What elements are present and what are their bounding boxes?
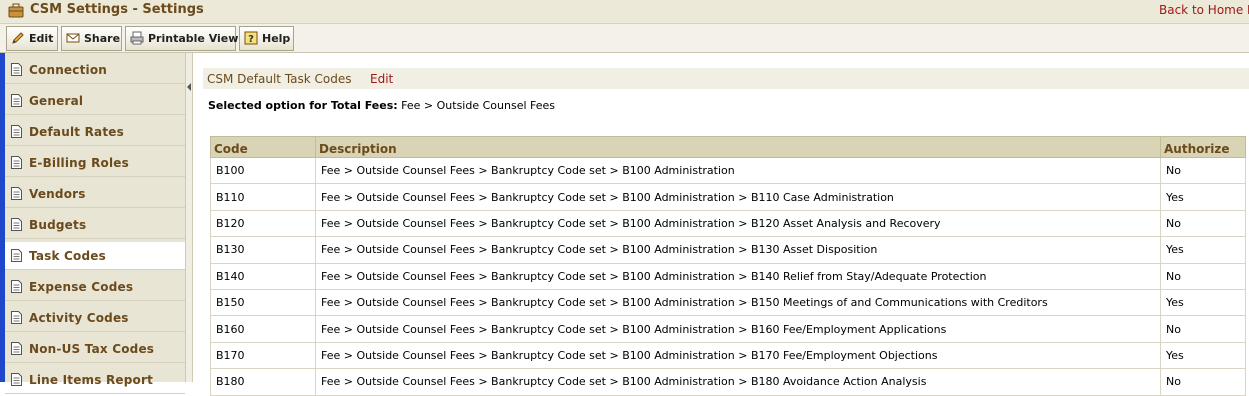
cell-code: B170 <box>210 341 316 370</box>
selected-option-label: Selected option for Total Fees: <box>208 99 398 112</box>
cell-code: B110 <box>210 183 316 211</box>
cell-authorize: Yes <box>1160 183 1246 211</box>
table-header-row: Code Description Authorize <box>210 136 1246 158</box>
column-header-authorize: Authorize <box>1160 136 1246 158</box>
window-title: CSM Settings - Settings <box>30 2 204 17</box>
cell-description: Fee > Outside Counsel Fees > Bankruptcy … <box>315 262 1161 290</box>
sidebar-item-activity-codes[interactable]: Activity Codes <box>5 304 185 332</box>
help-button[interactable]: ? Help <box>239 26 294 51</box>
table-row: B140 Fee > Outside Counsel Fees > Bankrup… <box>210 262 1246 290</box>
cell-description: Fee > Outside Counsel Fees > Bankruptcy … <box>315 209 1161 238</box>
edit-button[interactable]: Edit <box>6 26 58 51</box>
cell-authorize: Yes <box>1160 288 1246 317</box>
printer-icon <box>130 31 144 45</box>
selected-option-value: Fee > Outside Counsel Fees <box>401 99 556 112</box>
table-row: B160 Fee > Outside Counsel Fees > Bankrup… <box>210 315 1246 343</box>
cell-code: B150 <box>210 288 316 317</box>
cell-authorize: Yes <box>1160 341 1246 370</box>
document-icon <box>11 63 22 76</box>
cell-code: B130 <box>210 236 316 264</box>
cell-code: B120 <box>210 209 316 238</box>
svg-text:?: ? <box>248 34 254 45</box>
sidebar-item-connection[interactable]: Connection <box>5 56 185 84</box>
sidebar-item-label: E-Billing Roles <box>29 156 129 170</box>
table-row: B150 Fee > Outside Counsel Fees > Bankrup… <box>210 288 1246 317</box>
cell-code: B160 <box>210 315 316 343</box>
printable-view-label: Printable View <box>148 32 239 45</box>
cell-authorize: No <box>1160 262 1246 290</box>
section-edit-link[interactable]: Edit <box>370 72 393 86</box>
sidebar-item-line-items-report[interactable]: Line Items Report <box>5 366 185 394</box>
table-row: B130 Fee > Outside Counsel Fees > Bankrup… <box>210 236 1246 264</box>
document-icon <box>11 249 22 262</box>
help-button-label: Help <box>262 32 291 45</box>
document-icon <box>11 280 22 293</box>
section-title: CSM Default Task Codes <box>207 72 352 86</box>
cell-description: Fee > Outside Counsel Fees > Bankruptcy … <box>315 236 1161 264</box>
cell-code: B140 <box>210 262 316 290</box>
cell-authorize: Yes <box>1160 236 1246 264</box>
document-icon <box>11 218 22 231</box>
table-row: B170 Fee > Outside Counsel Fees > Bankrup… <box>210 341 1246 370</box>
sidebar-item-label: Non-US Tax Codes <box>29 342 155 356</box>
cell-authorize: No <box>1160 209 1246 238</box>
document-icon <box>11 94 22 107</box>
back-to-home-link[interactable]: Back to Home P <box>1159 3 1249 17</box>
sidebar-item-label: Activity Codes <box>29 311 129 325</box>
sidebar-item-e-billing-roles[interactable]: E-Billing Roles <box>5 149 185 177</box>
sidebar-item-default-rates[interactable]: Default Rates <box>5 118 185 146</box>
task-codes-table: Code Description Authorize B100 Fee > Out… <box>210 136 1246 396</box>
cell-description: Fee > Outside Counsel Fees > Bankruptcy … <box>315 341 1161 370</box>
help-icon: ? <box>244 31 258 45</box>
sidebar-item-label: Vendors <box>29 187 86 201</box>
sidebar-item-vendors[interactable]: Vendors <box>5 180 185 208</box>
section-header: CSM Default Task Codes Edit <box>203 68 1249 89</box>
cell-description: Fee > Outside Counsel Fees > Bankruptcy … <box>315 156 1161 185</box>
envelope-icon <box>66 33 80 43</box>
sidebar-item-label: Default Rates <box>29 125 124 139</box>
collapse-arrow-icon[interactable] <box>187 83 191 91</box>
cell-description: Fee > Outside Counsel Fees > Bankruptcy … <box>315 315 1161 343</box>
sidebar-item-budgets[interactable]: Budgets <box>5 211 185 239</box>
pencil-icon <box>12 32 24 44</box>
table-row: B100 Fee > Outside Counsel Fees > Bankrup… <box>210 156 1246 185</box>
cell-code: B100 <box>210 156 316 185</box>
share-button[interactable]: Share <box>61 26 122 51</box>
document-icon <box>11 311 22 324</box>
toolbar: Edit Share Printable View ? Help <box>0 24 1249 53</box>
document-icon <box>11 156 22 169</box>
edit-button-label: Edit <box>29 32 54 45</box>
sidebar-item-non-us-tax-codes[interactable]: Non-US Tax Codes <box>5 335 185 363</box>
sidebar-item-label: Budgets <box>29 218 87 232</box>
sidebar-item-label: General <box>29 94 84 108</box>
table-row: B120 Fee > Outside Counsel Fees > Bankrup… <box>210 209 1246 238</box>
selected-option: Selected option for Total Fees: Fee > Ou… <box>208 99 555 112</box>
sidebar-item-expense-codes[interactable]: Expense Codes <box>5 273 185 301</box>
sidebar: Connection General Default Rates E-Billing … <box>0 53 185 394</box>
table-row: B110 Fee > Outside Counsel Fees > Bankrup… <box>210 183 1246 211</box>
sidebar-item-label: Line Items Report <box>29 373 154 387</box>
cell-description: Fee > Outside Counsel Fees > Bankruptcy … <box>315 288 1161 317</box>
column-header-code: Code <box>210 136 316 158</box>
sidebar-item-label: Connection <box>29 63 108 77</box>
cell-authorize: No <box>1160 156 1246 185</box>
document-icon <box>11 125 22 138</box>
share-button-label: Share <box>84 32 121 45</box>
document-icon <box>11 373 22 386</box>
document-icon <box>11 342 22 355</box>
printable-view-button[interactable]: Printable View <box>125 26 239 51</box>
cell-authorize: No <box>1160 315 1246 343</box>
cell-description: Fee > Outside Counsel Fees > Bankruptcy … <box>315 183 1161 211</box>
column-header-description: Description <box>315 136 1161 158</box>
sidebar-item-task-codes[interactable]: Task Codes <box>5 242 185 270</box>
briefcase-icon <box>8 3 24 18</box>
document-icon <box>11 187 22 200</box>
sidebar-item-general[interactable]: General <box>5 87 185 115</box>
sidebar-splitter[interactable] <box>185 53 193 382</box>
title-bar: CSM Settings - Settings Back to Home P <box>0 0 1249 24</box>
sidebar-item-label: Task Codes <box>29 249 106 263</box>
sidebar-item-label: Expense Codes <box>29 280 134 294</box>
